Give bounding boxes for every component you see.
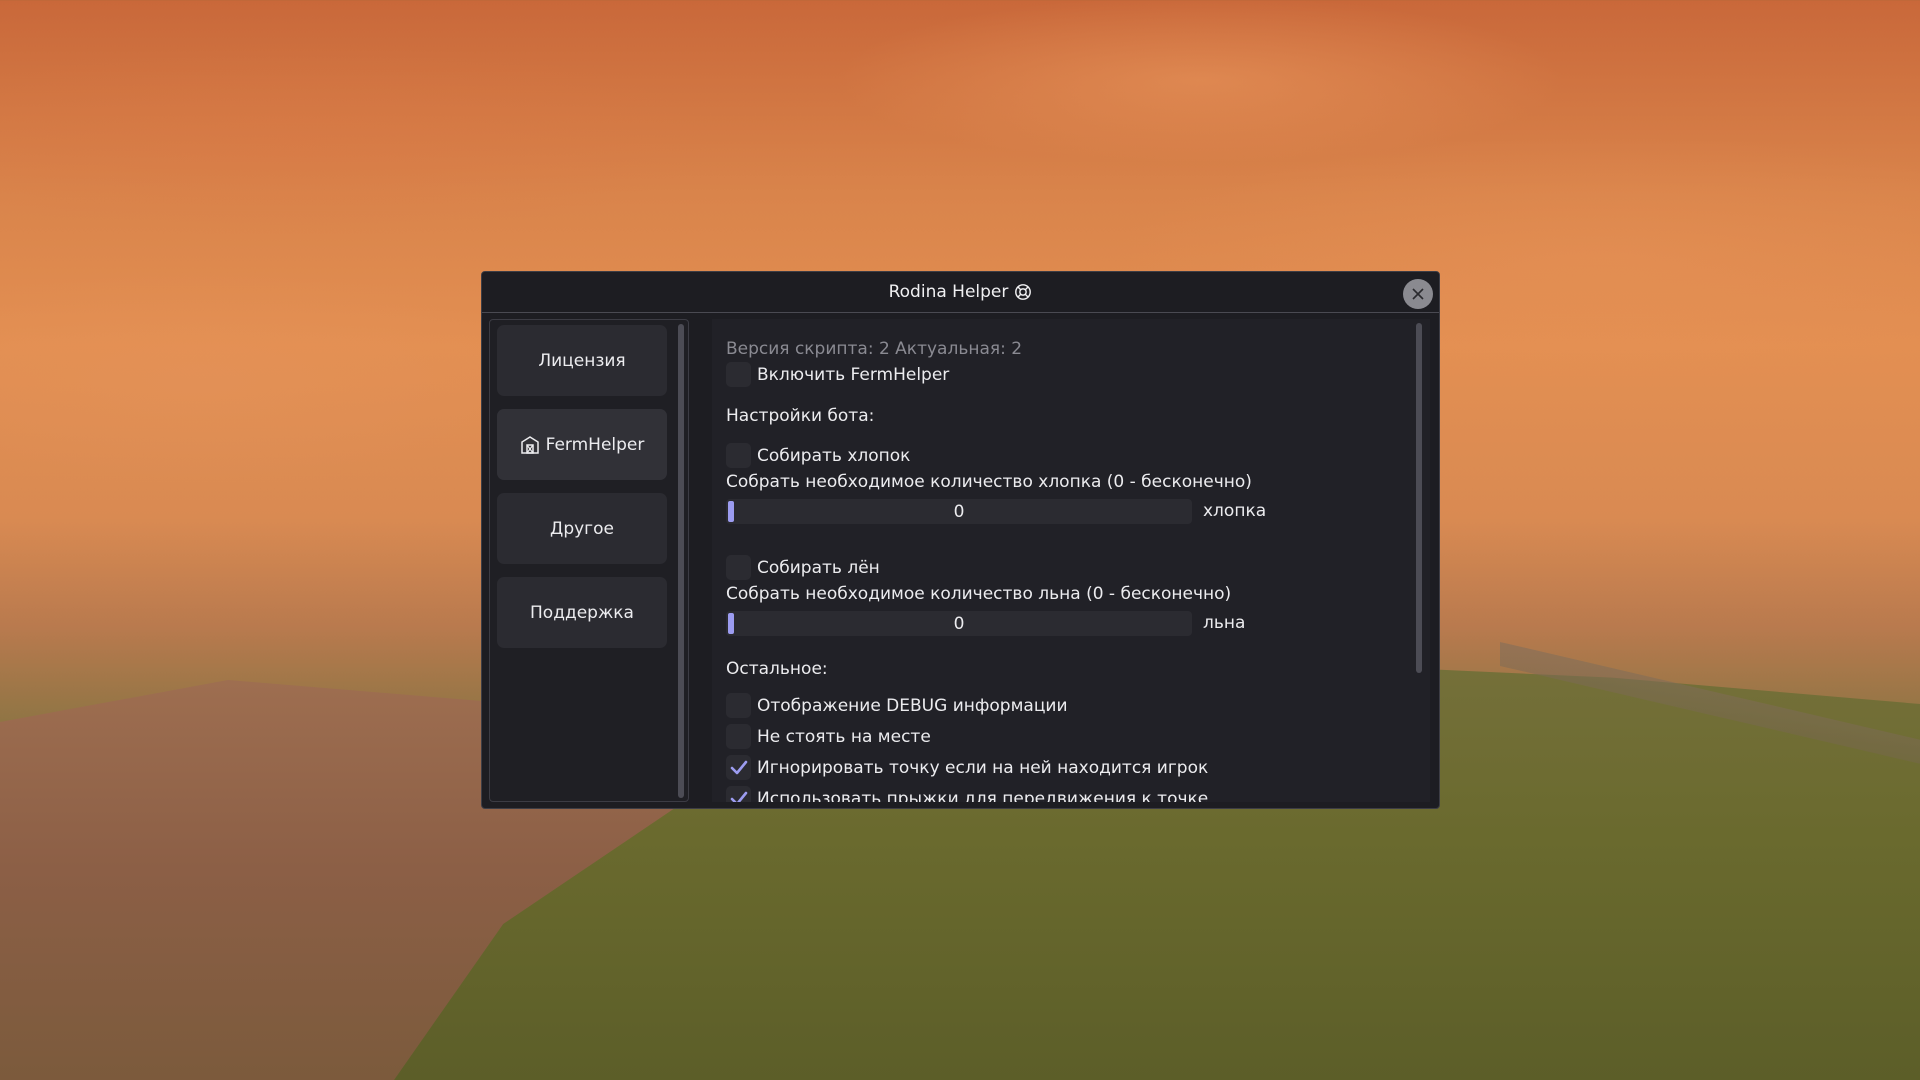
- sidebar-item-label: FermHelper: [545, 434, 645, 455]
- checkbox-label: Собирать лён: [757, 557, 880, 578]
- checkmark-icon: [730, 760, 747, 774]
- cotton-unit-label: хлопка: [1203, 501, 1267, 521]
- other-heading: Остальное:: [726, 659, 828, 679]
- flax-amount-slider[interactable]: 0: [726, 611, 1192, 636]
- checkbox-label: Игнорировать точку если на ней находится…: [757, 757, 1209, 778]
- sidebar-item-support[interactable]: Поддержка: [497, 577, 667, 648]
- slider-value: 0: [953, 613, 965, 634]
- cotton-amount-label: Собрать необходимое количество хлопка (0…: [726, 472, 1252, 492]
- sidebar: Лицензия FermHelper Другое Поддержка: [489, 319, 689, 802]
- cotton-amount-slider[interactable]: 0: [726, 499, 1192, 524]
- collect-cotton-row[interactable]: Собирать хлопок: [726, 443, 910, 468]
- checkbox-label: Отображение DEBUG информации: [757, 695, 1068, 716]
- dont-stand-still-checkbox[interactable]: [726, 724, 751, 749]
- window-title: Rodina Helper: [888, 282, 1009, 302]
- ignore-point-row[interactable]: Игнорировать точку если на ней находится…: [726, 755, 1208, 780]
- use-jumps-row[interactable]: Использовать прыжки для передвижения к т…: [726, 786, 1208, 802]
- version-text: Версия скрипта: 2 Актуальная: 2: [726, 339, 1023, 359]
- content-scrollbar[interactable]: [1416, 323, 1422, 673]
- debug-info-checkbox[interactable]: [726, 693, 751, 718]
- content-panel: Версия скрипта: 2 Актуальная: 2 Включить…: [712, 319, 1430, 802]
- enable-fermhelper-checkbox[interactable]: [726, 362, 751, 387]
- bot-settings-heading: Настройки бота:: [726, 406, 875, 426]
- collect-flax-checkbox[interactable]: [726, 555, 751, 580]
- dont-stand-still-row[interactable]: Не стоять на месте: [726, 724, 931, 749]
- flax-amount-label: Собрать необходимое количество льна (0 -…: [726, 584, 1232, 604]
- close-button[interactable]: [1403, 279, 1433, 309]
- window-title-wrap: Rodina Helper: [889, 282, 1033, 302]
- sidebar-scrollbar[interactable]: [678, 324, 684, 798]
- sidebar-item-other[interactable]: Другое: [497, 493, 667, 564]
- sidebar-item-label: Поддержка: [530, 602, 634, 623]
- window-titlebar[interactable]: Rodina Helper: [482, 272, 1439, 313]
- ignore-point-checkbox[interactable]: [726, 755, 751, 780]
- collect-flax-row[interactable]: Собирать лён: [726, 555, 880, 580]
- sidebar-item-label: Другое: [550, 518, 614, 539]
- slider-value: 0: [953, 501, 965, 522]
- collect-cotton-checkbox[interactable]: [726, 443, 751, 468]
- sidebar-item-license[interactable]: Лицензия: [497, 325, 667, 396]
- enable-fermhelper-row[interactable]: Включить FermHelper: [726, 362, 949, 387]
- checkbox-label: Включить FermHelper: [757, 364, 950, 385]
- use-jumps-checkbox[interactable]: [726, 786, 751, 802]
- lifebuoy-icon: [1015, 284, 1032, 300]
- checkbox-label: Не стоять на месте: [757, 726, 931, 747]
- checkmark-icon: [730, 791, 747, 802]
- sidebar-item-label: Лицензия: [538, 350, 626, 371]
- checkbox-label: Использовать прыжки для передвижения к т…: [757, 788, 1209, 803]
- checkbox-label: Собирать хлопок: [757, 445, 911, 466]
- sidebar-item-fermhelper[interactable]: FermHelper: [497, 409, 667, 480]
- rodina-helper-window: Rodina Helper Лицензия FermHelper Другое…: [481, 271, 1440, 809]
- debug-info-row[interactable]: Отображение DEBUG информации: [726, 693, 1068, 718]
- farm-icon: [520, 435, 539, 454]
- close-icon: [1412, 288, 1424, 300]
- flax-unit-label: льна: [1203, 613, 1246, 633]
